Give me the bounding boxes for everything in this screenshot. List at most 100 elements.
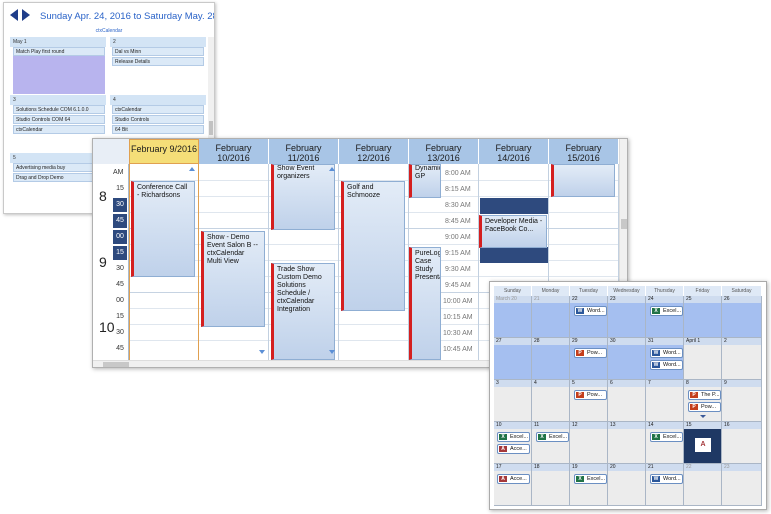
excel-appointment[interactable]: X Excel... xyxy=(650,306,683,316)
appointment[interactable]: PureLogic Case Study Presentation xyxy=(409,247,441,360)
scrollbar-thumb[interactable] xyxy=(621,219,627,229)
event-item[interactable]: ctxCalendar xyxy=(112,105,204,114)
powerpoint-appointment[interactable]: P Pow... xyxy=(574,348,607,358)
excel-appointment[interactable]: X Excel... xyxy=(497,432,530,442)
day-cell[interactable]: 13 xyxy=(608,422,646,464)
word-appointment[interactable]: W Word... xyxy=(650,360,683,370)
column-header-feb-9[interactable]: February 9/2016 xyxy=(129,139,199,164)
day-cell[interactable]: 2 xyxy=(722,338,762,380)
access-appointment[interactable]: A Acce... xyxy=(497,444,530,454)
appointment[interactable]: Show Event organizers xyxy=(271,164,335,230)
event-item[interactable]: ctxCalendar xyxy=(13,125,105,134)
word-appointment[interactable]: W Word... xyxy=(574,306,607,316)
word-appointment[interactable]: W Word... xyxy=(650,348,683,358)
event-item[interactable]: Release Details xyxy=(112,57,204,66)
day-cell[interactable]: March 20 xyxy=(494,296,532,338)
day-cell[interactable]: 7 xyxy=(646,380,684,422)
day-cell[interactable]: 9 xyxy=(722,380,762,422)
day-cell[interactable]: 10 xyxy=(494,422,532,464)
excel-appointment[interactable]: X Excel... xyxy=(574,474,607,484)
day-cell[interactable]: 12 xyxy=(570,422,608,464)
scroll-down-icon[interactable] xyxy=(329,350,335,354)
event-item[interactable]: Studio Controls COM 64 xyxy=(13,115,105,124)
appointment[interactable]: Conference Call - Richardsons xyxy=(131,181,195,277)
day-number: 14 xyxy=(646,422,683,429)
powerpoint-icon: P xyxy=(690,392,698,398)
day-number: 23 xyxy=(722,464,761,471)
day-cell[interactable]: 19 xyxy=(570,464,608,506)
day-cell[interactable]: 3 xyxy=(494,380,532,422)
appointment[interactable]: Show - Demo Event Salon B -- ctxCalendar… xyxy=(201,231,265,327)
day-cell[interactable]: 28 xyxy=(532,338,570,380)
day-cell[interactable]: 20 xyxy=(608,464,646,506)
powerpoint-appointment[interactable]: P Pow... xyxy=(574,390,607,400)
powerpoint-appointment[interactable]: P Pow... xyxy=(688,402,721,412)
minute-label-selected[interactable]: 30 xyxy=(113,198,127,212)
day-number: 3 xyxy=(494,380,531,387)
access-appointment[interactable]: A Acce... xyxy=(497,474,530,484)
day-cell[interactable]: 26 xyxy=(722,296,762,338)
day-cell[interactable]: 30 xyxy=(608,338,646,380)
column-header-feb-11[interactable]: February 11/2016 xyxy=(269,139,339,164)
event-item[interactable]: 64 Bit xyxy=(112,125,204,134)
event-item[interactable]: Dal vs Minn xyxy=(112,47,204,56)
more-items-icon[interactable] xyxy=(700,415,706,418)
day-cell[interactable]: 23 xyxy=(722,464,762,506)
day-cell[interactable]: 17 xyxy=(494,464,532,506)
column-header-feb-13[interactable]: February 13/2016 xyxy=(409,139,479,164)
access-icon[interactable]: A xyxy=(695,438,711,452)
minute-label-selected[interactable]: 15 xyxy=(113,246,127,260)
day-cell[interactable]: 4 xyxy=(532,380,570,422)
appointment[interactable]: Dynamic GP xyxy=(409,164,441,198)
minute-label-selected[interactable]: 00 xyxy=(113,230,127,244)
scrollbar-thumb[interactable] xyxy=(103,362,129,367)
event-item[interactable]: Solutions Schedule COM 6.1.0.0 xyxy=(13,105,105,114)
week-header: Sunday Apr. 24, 2016 to Saturday May. 28… xyxy=(4,3,214,27)
date-range-title: Sunday Apr. 24, 2016 to Saturday May. 28… xyxy=(40,11,214,22)
day-cell[interactable]: 6 xyxy=(608,380,646,422)
day-cell[interactable]: 22 xyxy=(684,464,722,506)
day-cell[interactable]: 11 xyxy=(532,422,570,464)
scroll-down-icon[interactable] xyxy=(259,350,265,354)
day-cell[interactable]: 22 xyxy=(570,296,608,338)
column-header-feb-12[interactable]: February 12/2016 xyxy=(339,139,409,164)
day-cell[interactable]: 5 xyxy=(570,380,608,422)
powerpoint-appointment[interactable]: P The P... xyxy=(688,390,721,400)
next-week-icon[interactable] xyxy=(22,9,30,21)
day-cell[interactable]: 31 xyxy=(646,338,684,380)
day-cell[interactable]: April 1 xyxy=(684,338,722,380)
appointment[interactable]: Developer Media - FaceBook Co... xyxy=(479,215,547,248)
excel-appointment[interactable]: X Excel... xyxy=(536,432,569,442)
day-cell[interactable]: 16 xyxy=(722,422,762,464)
selected-time-slot[interactable] xyxy=(480,247,548,263)
column-header-feb-15[interactable]: February 15/2016 xyxy=(549,139,619,164)
time-slot-label: 8:30 AM xyxy=(445,202,471,209)
appointment[interactable]: Golf and Schmooze xyxy=(341,181,405,311)
day-cell[interactable]: 23 xyxy=(608,296,646,338)
appointment[interactable] xyxy=(551,164,615,197)
event-item[interactable]: Studio Controls xyxy=(112,115,204,124)
day-cell[interactable]: 25 xyxy=(684,296,722,338)
excel-appointment[interactable]: X Excel... xyxy=(650,432,683,442)
scroll-up-icon[interactable] xyxy=(329,167,335,171)
scroll-up-icon[interactable] xyxy=(189,167,195,171)
word-icon: W xyxy=(652,362,660,368)
column-header-feb-14[interactable]: February 14/2016 xyxy=(479,139,549,164)
scrollbar-thumb[interactable] xyxy=(209,121,213,135)
day-cell[interactable]: 27 xyxy=(494,338,532,380)
word-appointment[interactable]: W Word... xyxy=(650,474,683,484)
day-cell[interactable]: 21 xyxy=(532,296,570,338)
day-cell[interactable]: 14 xyxy=(646,422,684,464)
day-cell[interactable]: 24 xyxy=(646,296,684,338)
day-cell[interactable]: 29 xyxy=(570,338,608,380)
day-cell[interactable]: 18 xyxy=(532,464,570,506)
day-number: 21 xyxy=(532,296,569,303)
appointment[interactable]: Trade Show Custom Demo Solutions Schedul… xyxy=(271,263,335,360)
event-item[interactable]: Match Play first round xyxy=(13,47,105,56)
event-block[interactable] xyxy=(13,56,105,94)
selected-time-slot[interactable] xyxy=(480,198,548,214)
minute-label-selected[interactable]: 45 xyxy=(113,214,127,228)
day-cell[interactable]: 21 xyxy=(646,464,684,506)
column-header-feb-10[interactable]: February 10/2016 xyxy=(199,139,269,164)
previous-week-icon[interactable] xyxy=(10,9,18,21)
